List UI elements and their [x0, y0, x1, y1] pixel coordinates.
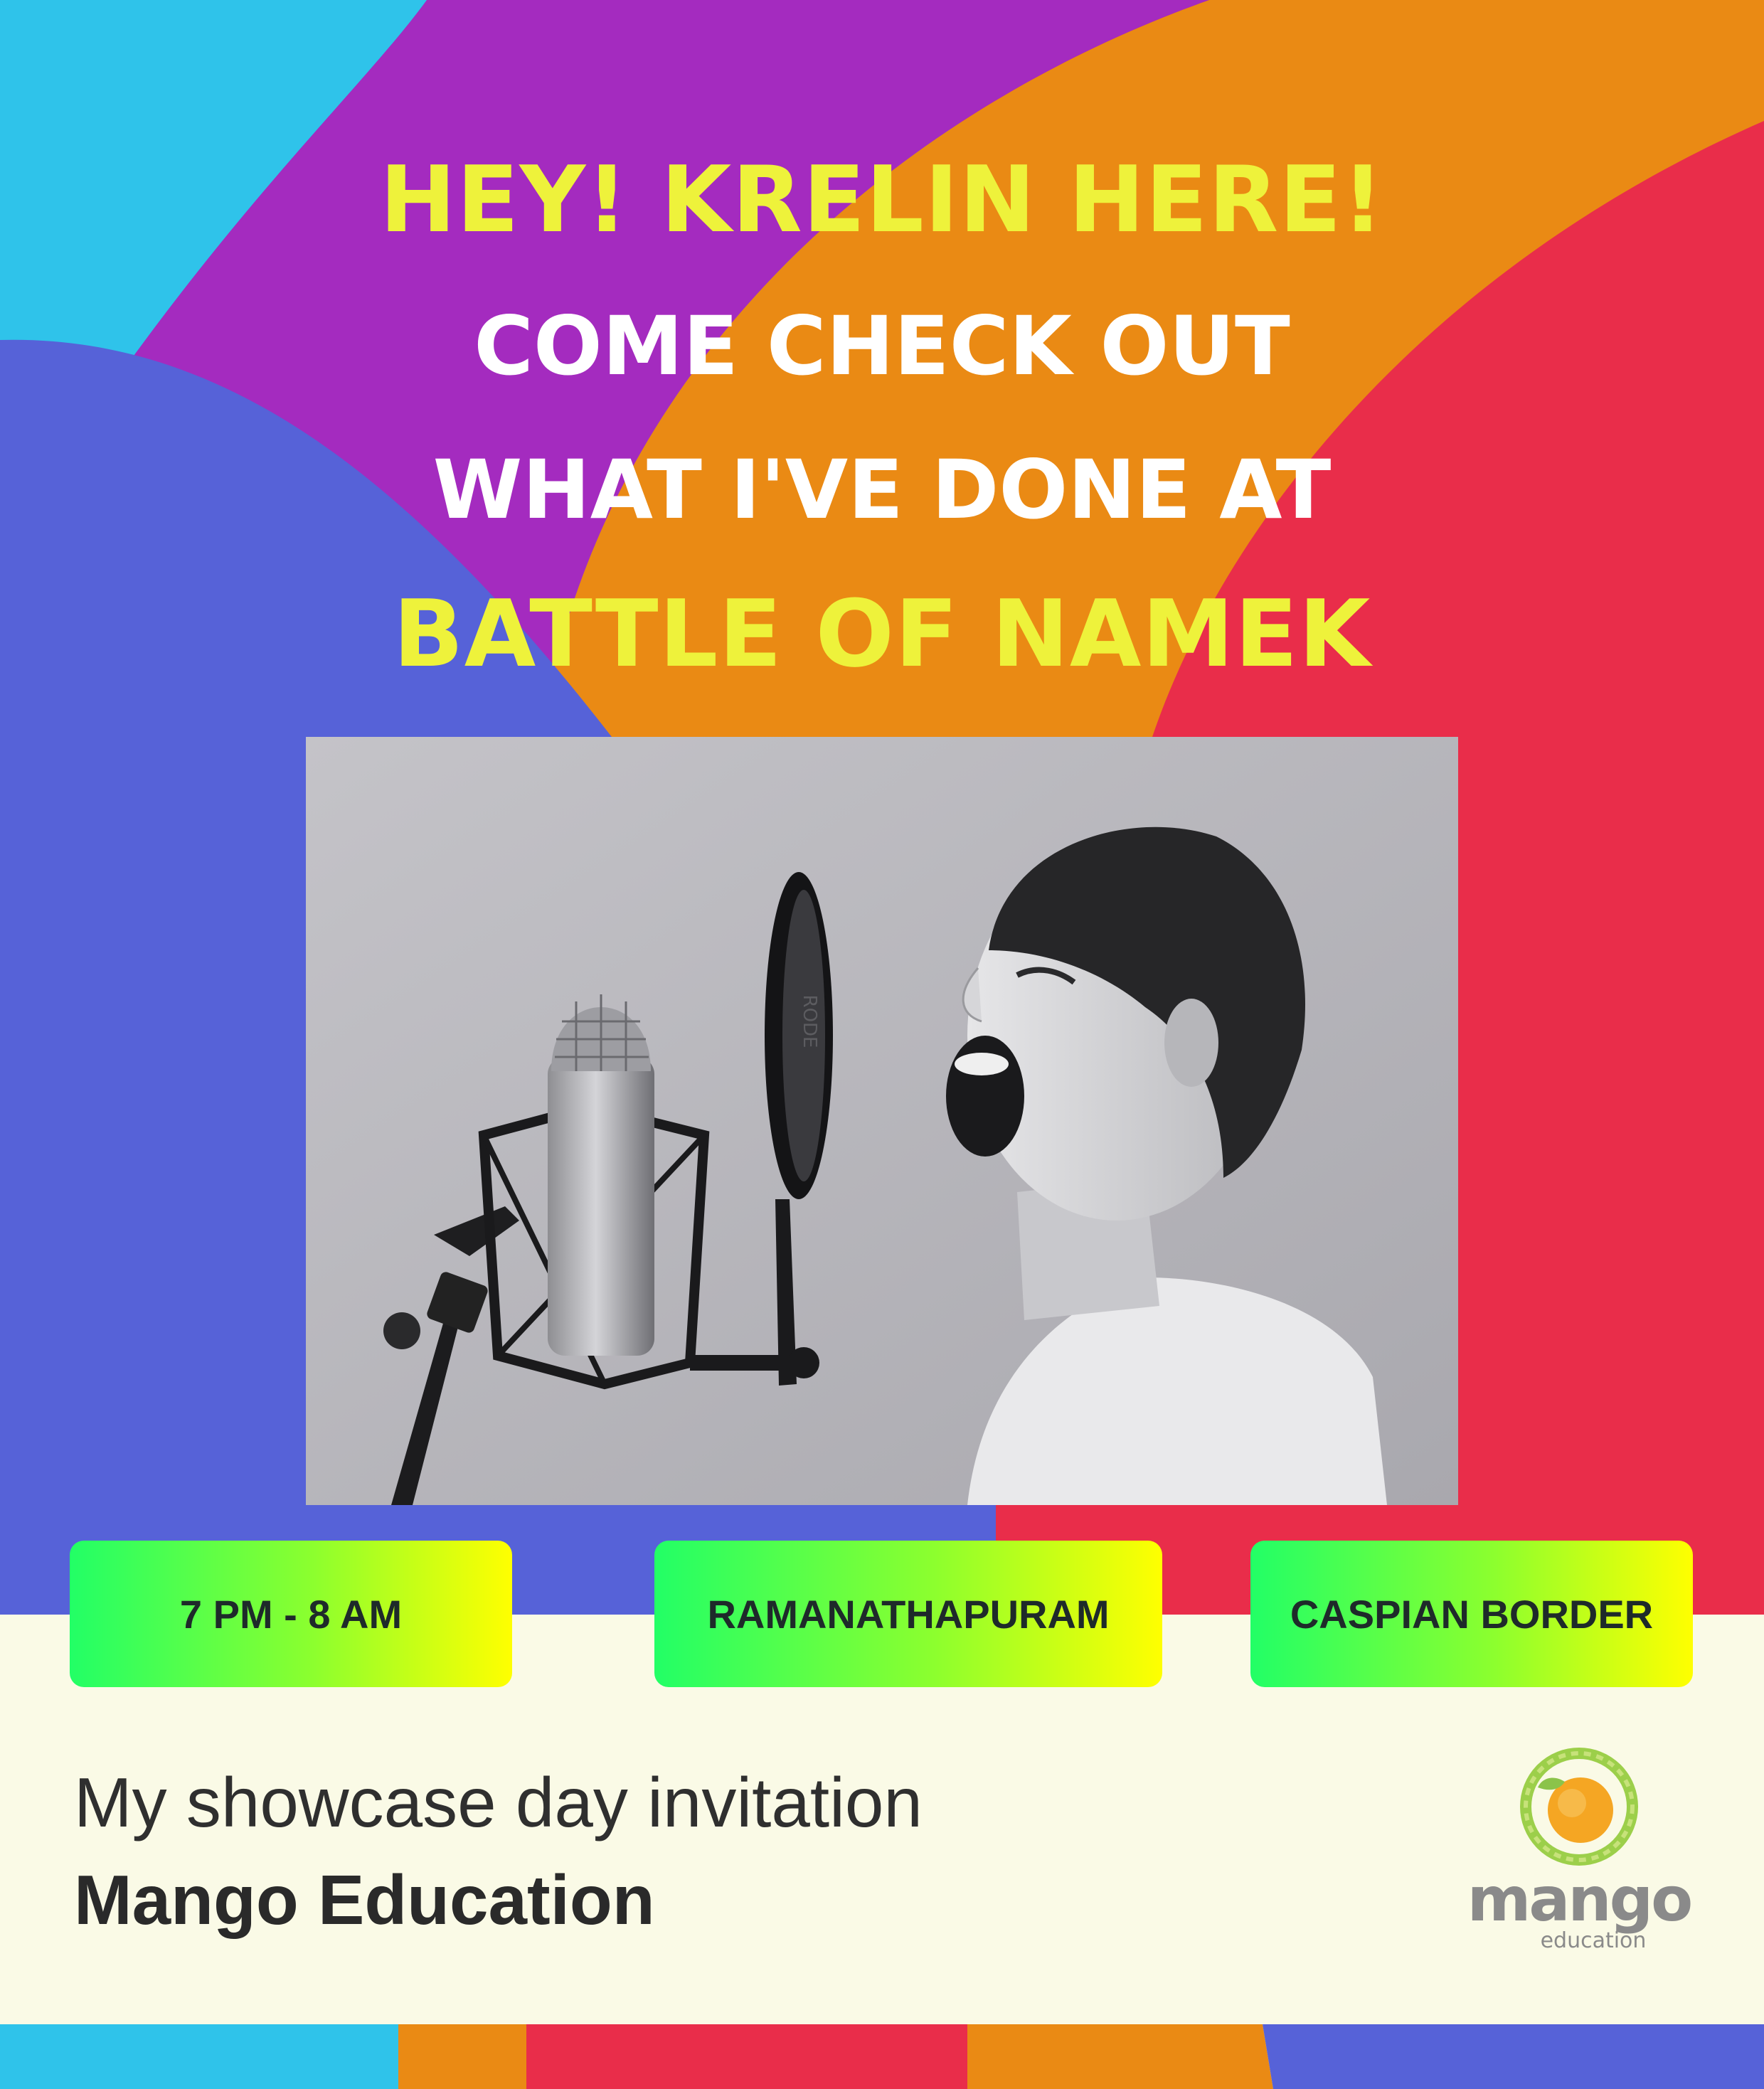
- headline-invite-line-2: WHAT I'VE DONE AT: [432, 442, 1332, 537]
- mango-logo-wordmark: mango: [1467, 1864, 1694, 1935]
- mango-logo-tagline: education: [1540, 1928, 1647, 1953]
- event-venue-text: RAMANATHAPURAM: [707, 1591, 1110, 1637]
- event-name: BATTLE OF NAMEK: [393, 580, 1371, 688]
- invitation-subtitle: My showcase day invitation: [74, 1763, 923, 1841]
- event-location-text: CASPIAN BORDER: [1290, 1591, 1654, 1637]
- event-time-badge: 7 PM - 8 AM: [70, 1541, 512, 1687]
- headline-invite-line-1: COME CHECK OUT: [474, 299, 1290, 393]
- svg-text:RODE: RODE: [799, 995, 820, 1048]
- boy-singing-microphone-photo: RODE: [306, 737, 1458, 1505]
- event-venue-badge: RAMANATHAPURAM: [654, 1541, 1162, 1687]
- event-time-text: 7 PM - 8 AM: [179, 1591, 403, 1637]
- headline-greeting: HEY! KRELIN HERE!: [379, 147, 1385, 253]
- event-location-badge: CASPIAN BORDER: [1250, 1541, 1693, 1687]
- organization-name: Mango Education: [74, 1861, 655, 1939]
